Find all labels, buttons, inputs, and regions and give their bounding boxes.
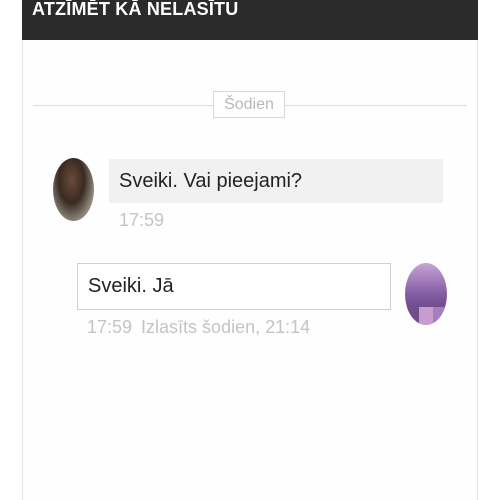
outgoing-message: Sveiki. Jā [77, 263, 391, 310]
avatar-photo-strip [405, 307, 447, 325]
read-receipt: Izlasīts šodien, 21:14 [141, 317, 311, 337]
contact-avatar[interactable] [53, 158, 94, 221]
date-label: Šodien [213, 91, 285, 118]
message-meta: 17:59 Izlasīts šodien, 21:14 [87, 317, 310, 338]
chat-panel [22, 0, 478, 500]
incoming-message: Sveiki. Vai pieejami? [109, 159, 443, 203]
message-text: Sveiki. Jā [88, 275, 174, 297]
message-meta: 17:59 [119, 210, 164, 231]
message-text: Sveiki. Vai pieejami? [119, 170, 303, 192]
message-time: 17:59 [119, 210, 165, 230]
my-avatar[interactable] [405, 263, 447, 325]
message-time: 17:59 [87, 317, 133, 337]
mark-unread-button[interactable]: ATZĪMĒT KĀ NELASĪTU [32, 0, 238, 20]
chat-header: ATZĪMĒT KĀ NELASĪTU [22, 0, 478, 40]
date-divider: Šodien [33, 91, 467, 119]
